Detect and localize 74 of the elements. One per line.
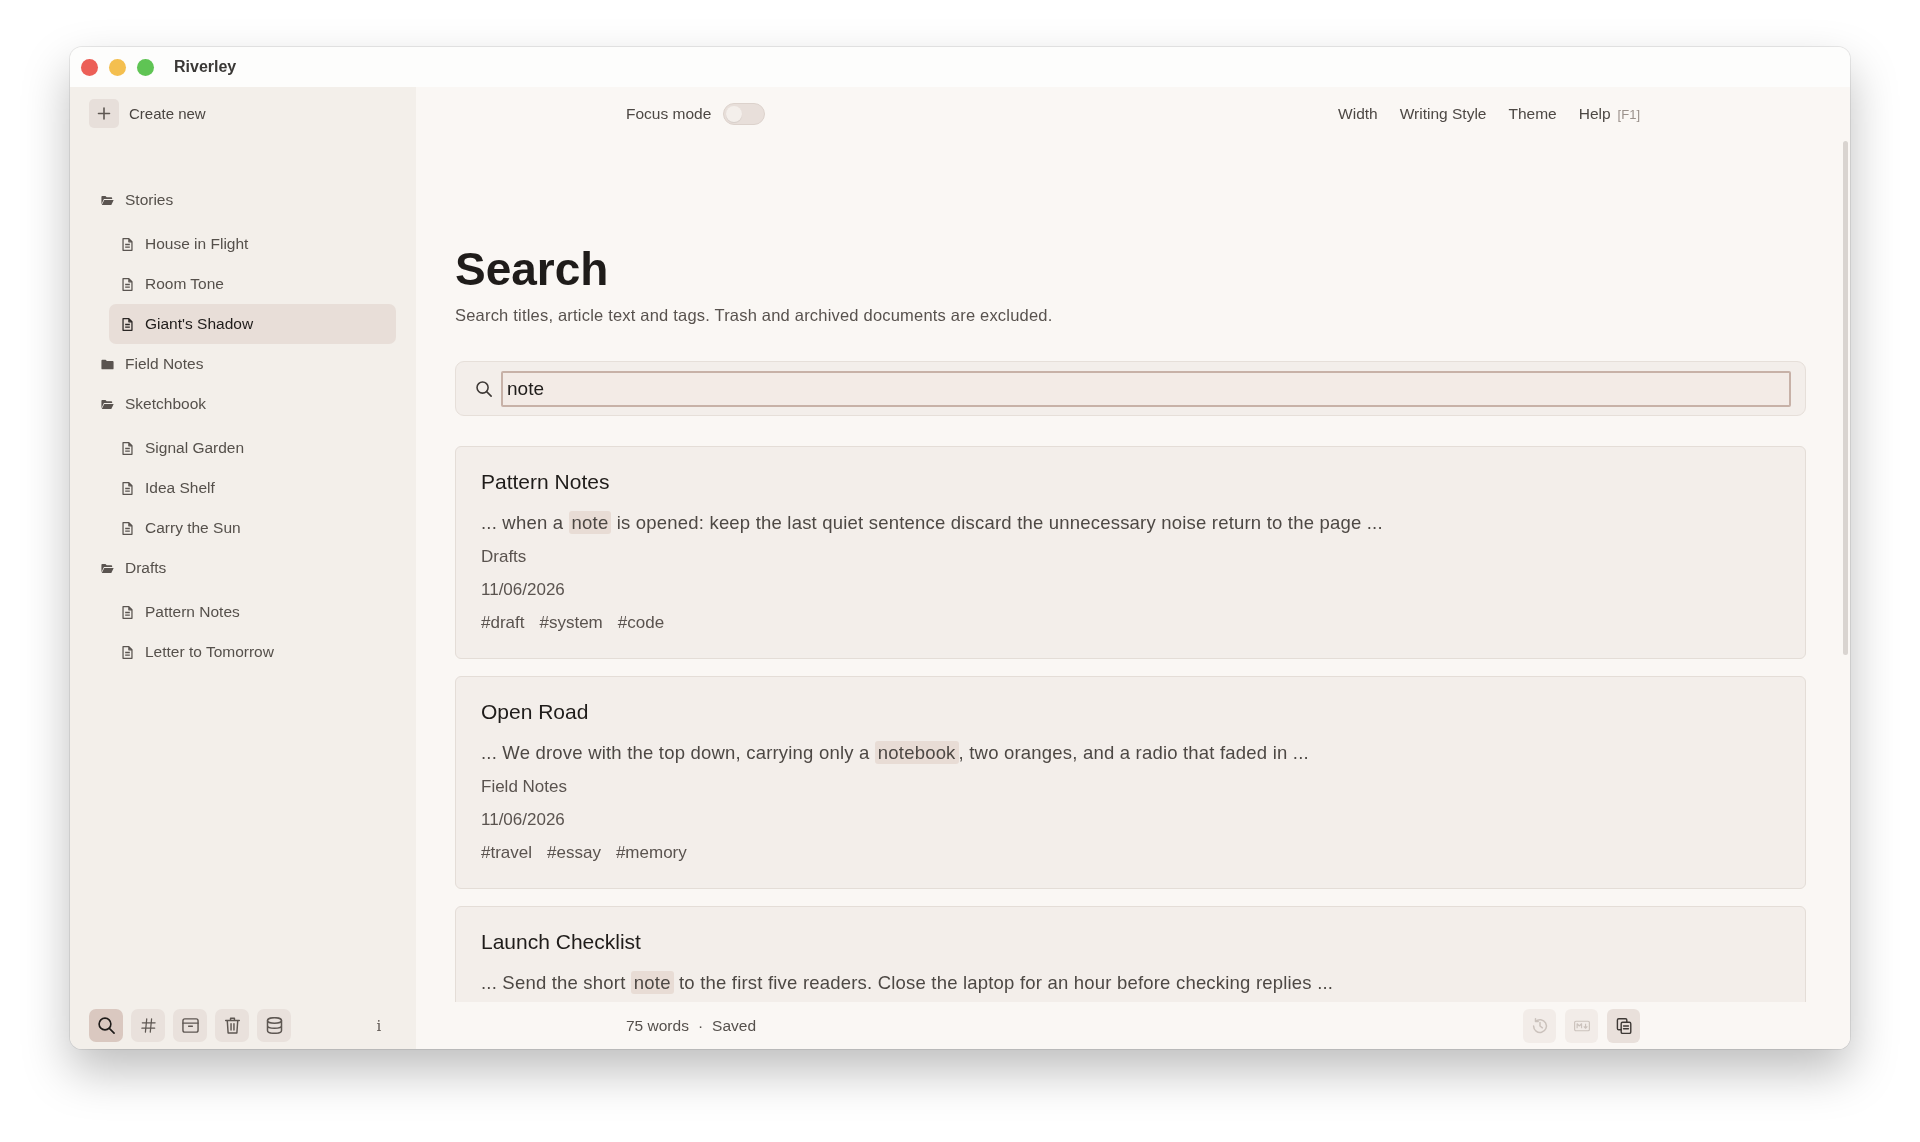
- tags-tool-button[interactable]: [131, 1009, 165, 1042]
- document-icon: [122, 521, 133, 535]
- result-date: 11/06/2026: [481, 809, 566, 831]
- page-description: Search titles, article text and tags. Trash and archived documents are excluded.: [455, 305, 1054, 325]
- trash-icon: [223, 1017, 241, 1034]
- document-item[interactable]: Room Tone: [109, 264, 396, 304]
- save-status: Saved: [712, 1016, 757, 1035]
- focus-mode-label: Focus mode: [626, 105, 712, 123]
- menu-item[interactable]: Theme: [1508, 105, 1557, 123]
- document-item[interactable]: Signal Garden: [109, 428, 396, 468]
- document-icon: [122, 277, 133, 291]
- copy-icon: [1615, 1017, 1632, 1034]
- scrollbar-thumb[interactable]: [1843, 141, 1848, 655]
- document-icon: [122, 237, 133, 251]
- tag-label[interactable]: #draft: [481, 612, 525, 634]
- keyboard-shortcut: [F1]: [1617, 107, 1640, 122]
- document-icon: [122, 317, 133, 331]
- menu-item[interactable]: Writing Style: [1399, 105, 1487, 123]
- result-excerpt: ... We drove with the top down, carrying only a notebook , two oranges, and a radio that faded in ...: [481, 741, 1310, 765]
- menu-item[interactable]: Width: [1338, 105, 1378, 123]
- copy-button[interactable]: [1607, 1008, 1640, 1043]
- document-item[interactable]: Giant's Shadow: [109, 304, 396, 344]
- folder-item[interactable]: Drafts: [89, 548, 396, 588]
- trash-tool-button[interactable]: [215, 1009, 249, 1042]
- info-button[interactable]: i: [362, 1009, 396, 1042]
- folder-item[interactable]: Stories: [89, 180, 396, 220]
- document-item[interactable]: Idea Shelf: [109, 468, 396, 508]
- database-icon: [265, 1017, 283, 1034]
- storage-tool-button[interactable]: [257, 1009, 291, 1042]
- separator-dot: ·: [697, 1016, 704, 1035]
- tag-label[interactable]: #travel: [481, 842, 533, 864]
- tag-label[interactable]: #system: [539, 612, 603, 634]
- hash-icon: [140, 1018, 156, 1033]
- search-icon: [97, 1017, 115, 1034]
- search-icon: [476, 380, 492, 397]
- word-count: 75 words: [626, 1016, 689, 1035]
- document-item[interactable]: House in Flight: [109, 224, 396, 264]
- result-title: Pattern Notes: [481, 469, 611, 495]
- result-title: Launch Checklist: [481, 929, 642, 955]
- result-card[interactable]: Launch Checklist ... Send the short note to the first five readers. Close the laptop for an hour before checking replies ...: [455, 906, 1806, 1002]
- document-item[interactable]: Pattern Notes: [109, 592, 396, 632]
- result-folder: Drafts: [481, 546, 528, 568]
- search-field[interactable]: note: [501, 370, 1791, 407]
- history-icon: [1531, 1017, 1548, 1034]
- document-item[interactable]: Carry the Sun: [109, 508, 396, 548]
- tag-label[interactable]: #essay: [547, 842, 601, 864]
- document-icon: [122, 441, 133, 455]
- search-tool-button[interactable]: [89, 1009, 123, 1042]
- result-excerpt: ... when a note is opened: keep the last quiet sentence discard the unnecessary noise return to the page ...: [481, 511, 1384, 535]
- page-heading: Search: [455, 243, 610, 296]
- folder-item[interactable]: Sketchbook: [89, 384, 396, 424]
- document-icon: [122, 645, 133, 659]
- minimize-button[interactable]: [109, 58, 126, 76]
- folder-item[interactable]: Field Notes: [89, 344, 396, 384]
- focus-mode-toggle[interactable]: [723, 103, 766, 125]
- result-card[interactable]: Pattern Notes ... when a note is opened: keep the last quiet sentence discard the unnecessary noise return to the page ... Drafts 11/06/2026 #draft #system #code: [455, 446, 1806, 659]
- result-excerpt: ... Send the short note to the first five readers. Close the laptop for an hour before checking replies ...: [481, 971, 1335, 995]
- result-date: 11/06/2026: [481, 579, 566, 601]
- menu-item[interactable]: Help [F1]: [1578, 105, 1640, 123]
- zoom-button[interactable]: [137, 58, 154, 76]
- archive-box-icon: [181, 1017, 199, 1034]
- result-title: Open Road: [481, 699, 590, 725]
- window-title: Riverley: [174, 58, 237, 76]
- document-icon: [122, 481, 133, 495]
- document-item[interactable]: Letter to Tomorrow: [109, 632, 396, 672]
- document-icon: [122, 605, 133, 619]
- result-folder: Field Notes: [481, 776, 568, 798]
- tag-label[interactable]: #memory: [615, 842, 687, 864]
- create-new-button[interactable]: Create new: [89, 99, 206, 128]
- result-card[interactable]: Open Road ... We drove with the top down, carrying only a notebook , two oranges, and a radio that faded in ... Field Notes 11/06/2026 #travel #essay #memory: [455, 676, 1806, 889]
- tag-label[interactable]: #code: [617, 612, 665, 634]
- plus-icon: [89, 99, 119, 128]
- close-button[interactable]: [81, 58, 98, 76]
- archive-tool-button[interactable]: [173, 1009, 207, 1042]
